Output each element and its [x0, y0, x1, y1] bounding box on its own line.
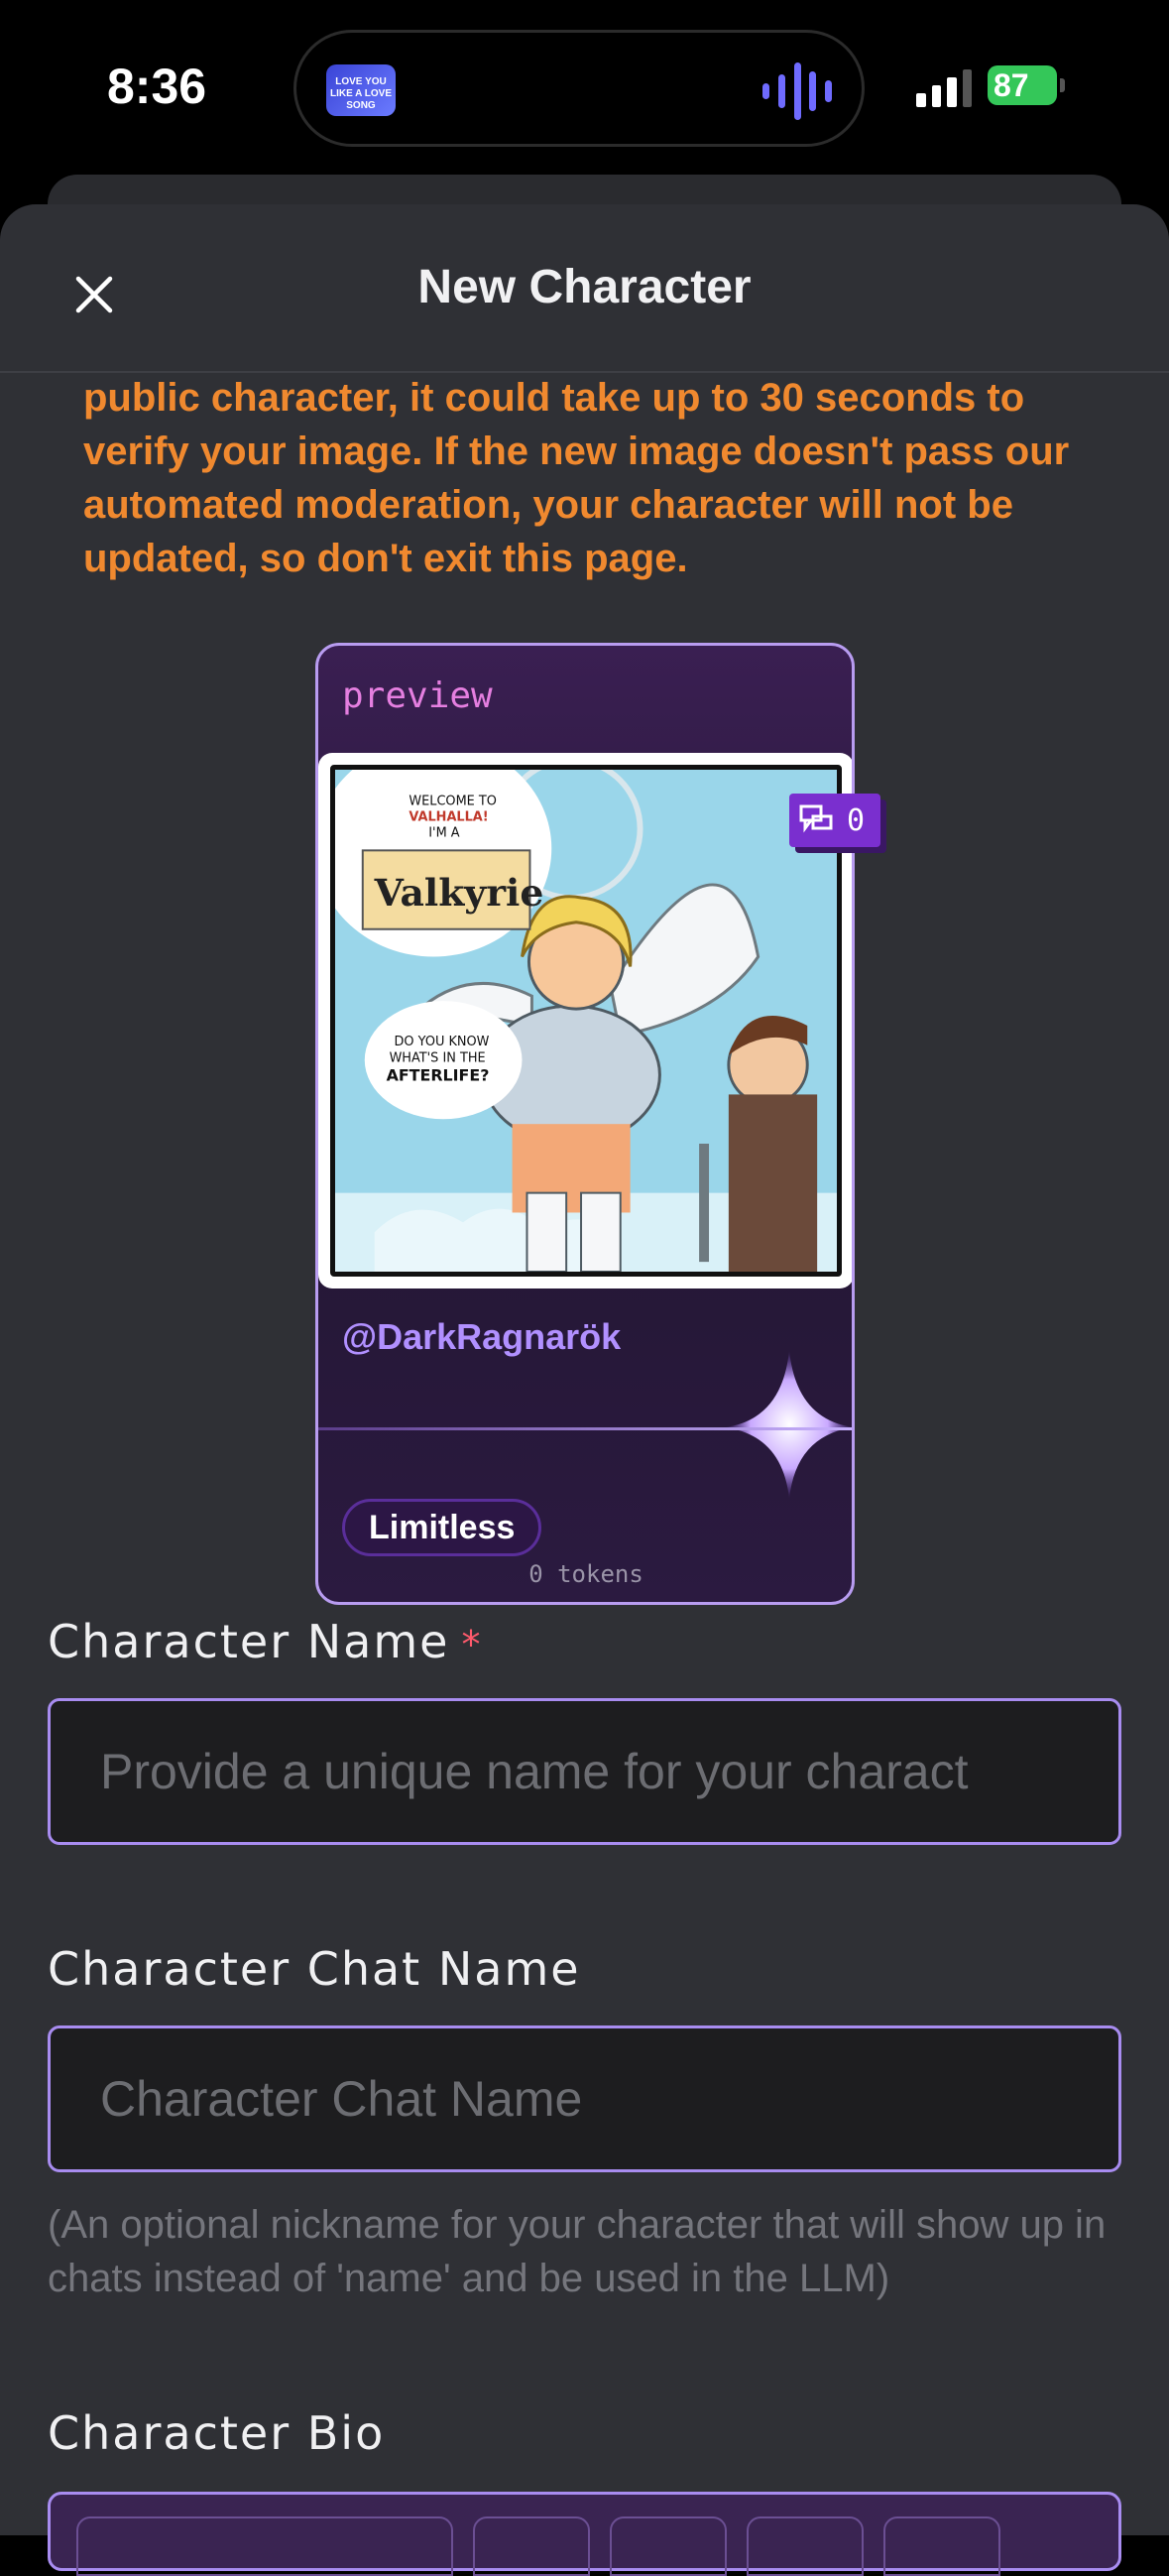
sparkle-icon: [725, 1350, 852, 1499]
bio-toolbar-button-1[interactable]: [473, 2516, 590, 2576]
bio-toolbar: [76, 2516, 1000, 2576]
tag-limitless[interactable]: Limitless: [342, 1499, 542, 1556]
bio-toolbar-dropdown[interactable]: [76, 2516, 453, 2576]
character-bio-editor[interactable]: [48, 2492, 1121, 2576]
image-moderation-warning: public character, it could take up to 30…: [83, 376, 1070, 580]
chat-count: 0: [847, 802, 866, 838]
comic-art: WELCOME TO VALHALLA! I'M A Valkyrie DO Y…: [335, 770, 837, 1272]
clock: 8:36: [107, 59, 207, 114]
comic-logo: Valkyrie: [374, 871, 544, 915]
comic-text-5: WHAT'S IN THE: [390, 1051, 486, 1066]
chat-count-badge: 0: [789, 794, 880, 847]
signal-strength-icon: [916, 67, 972, 107]
bio-toolbar-button-2[interactable]: [610, 2516, 727, 2576]
character-chat-name-input[interactable]: Character Chat Name: [48, 2025, 1121, 2172]
audio-waveform-icon: [762, 61, 832, 122]
character-name-input[interactable]: Provide a unique name for your charact: [48, 1698, 1121, 1845]
page-title: New Character: [417, 261, 752, 313]
album-art: LOVE YOU LIKE A LOVE SONG: [326, 64, 396, 116]
status-bar: 8:36 LOVE YOU LIKE A LOVE SONG 87: [0, 0, 1169, 174]
character-bio-label: Character Bio: [48, 2406, 386, 2460]
character-preview-card: preview WELCOME TO VALHALLA! I'M A Valky…: [315, 643, 855, 1605]
character-name-label-text: Character Name: [48, 1615, 450, 1668]
comic-text-2: VALHALLA!: [409, 810, 488, 825]
chat-bubbles-icon: [799, 804, 833, 833]
comic-illustration: WELCOME TO VALHALLA! I'M A Valkyrie DO Y…: [330, 765, 842, 1277]
comic-text-1: WELCOME TO: [409, 795, 497, 809]
dynamic-island[interactable]: LOVE YOU LIKE A LOVE SONG: [293, 30, 865, 147]
required-asterisk: *: [461, 1623, 483, 1666]
comic-text-4: DO YOU KNOW: [395, 1035, 490, 1049]
comic-text-3: I'M A: [428, 825, 460, 840]
character-name-label: Character Name *: [48, 1615, 482, 1668]
bio-toolbar-button-3[interactable]: [747, 2516, 864, 2576]
bio-toolbar-button-4[interactable]: [883, 2516, 1000, 2576]
battery-indicator: 87: [988, 65, 1065, 105]
token-count: 0 tokens: [528, 1560, 643, 1588]
character-chat-name-label: Character Chat Name: [48, 1942, 581, 1996]
character-image[interactable]: WELCOME TO VALHALLA! I'M A Valkyrie DO Y…: [318, 753, 852, 1288]
sheet-header: New Character: [0, 204, 1169, 373]
creator-username[interactable]: @DarkRagnarök: [342, 1316, 621, 1358]
comic-text-6: AFTERLIFE?: [387, 1066, 490, 1085]
preview-label: preview: [342, 675, 493, 716]
card-divider: [318, 1427, 852, 1430]
chat-name-helper-text: (An optional nickname for your character…: [48, 2203, 1107, 2300]
